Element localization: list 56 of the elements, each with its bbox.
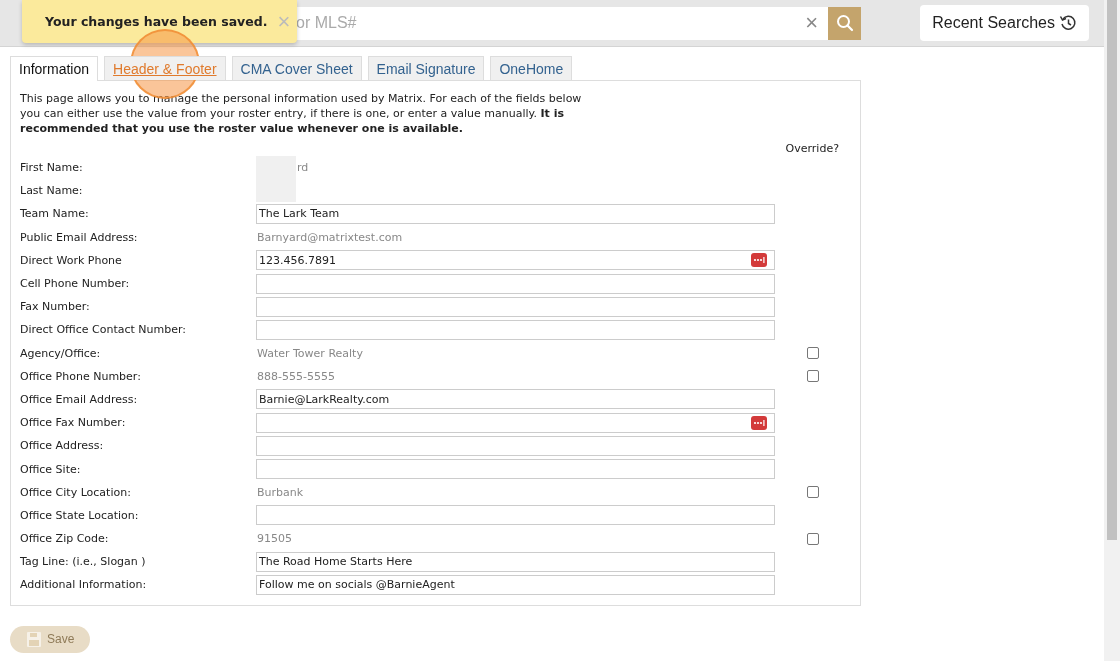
roster-value: rd xyxy=(296,161,309,175)
input-field[interactable]: The Lark Team xyxy=(256,203,775,224)
field-label: Agency/Office: xyxy=(20,346,102,360)
input-field[interactable] xyxy=(256,459,775,480)
clear-button[interactable]: × xyxy=(805,12,818,34)
field-label: Office Site: xyxy=(20,462,82,476)
field-label: Public Email Address: xyxy=(20,230,139,244)
field-label: Direct Office Contact Number: xyxy=(20,323,188,337)
field-label: Office Phone Number: xyxy=(20,369,142,383)
roster-value: Burbank xyxy=(256,485,304,499)
field-label: Cell Phone Number: xyxy=(20,277,131,291)
field-label: Last Name: xyxy=(20,184,84,198)
field-label: Fax Number: xyxy=(20,300,91,314)
field-label: Additional Information: xyxy=(20,578,148,592)
intro-text: This page allows you to manage the personal information used by Matrix. For each of the fields below you can either use the value from your roster entry, if there is one, or enter a value manually. It is recommended that you use the roster value whenever one is available. xyxy=(20,91,583,136)
roster-value: Barnyard@matrixtest.com xyxy=(256,230,403,244)
override-checkbox[interactable] xyxy=(807,532,819,545)
input-field[interactable]: Follow me on socials @BarnieAgent xyxy=(256,574,775,595)
toast-message: Your changes have been saved. xyxy=(45,14,268,29)
password-manager-icon[interactable] xyxy=(751,253,767,268)
field-label: Office State Location: xyxy=(20,508,140,522)
input-field[interactable] xyxy=(256,412,775,433)
tab[interactable]: OneHome xyxy=(490,56,573,80)
override-checkbox[interactable] xyxy=(807,347,819,360)
input-field[interactable] xyxy=(256,319,775,340)
input-field[interactable] xyxy=(256,435,775,456)
input-field[interactable]: 123.456.7891 xyxy=(256,250,775,271)
field-label: First Name: xyxy=(20,161,84,175)
history-icon xyxy=(1059,14,1077,32)
field-label: Tag Line: (i.e., Slogan ) xyxy=(20,555,147,569)
override-checkbox[interactable] xyxy=(807,486,819,499)
roster-value: 91505 xyxy=(256,532,292,546)
search-button[interactable] xyxy=(828,6,861,40)
search-icon xyxy=(835,14,854,32)
override-checkbox[interactable] xyxy=(807,370,819,383)
field-label: Office Zip Code: xyxy=(20,532,110,546)
roster-value: 888-555-5555 xyxy=(256,369,335,383)
field-label: Office Email Address: xyxy=(20,392,139,406)
tab[interactable]: Information xyxy=(10,56,99,81)
tab[interactable]: CMA Cover Sheet xyxy=(231,56,362,80)
tab[interactable]: Email Signature xyxy=(367,56,485,80)
input-field[interactable] xyxy=(256,273,775,294)
input-field[interactable] xyxy=(256,296,775,317)
override-header: Override? xyxy=(785,142,839,156)
field-label: Office Fax Number: xyxy=(20,416,127,430)
field-label: Office Address: xyxy=(20,439,105,453)
field-label: Office City Location: xyxy=(20,485,132,499)
recent-searches-button[interactable]: Recent Searches xyxy=(920,5,1089,41)
input-field[interactable]: Barnie@LarkRealty.com xyxy=(256,389,775,410)
password-manager-icon[interactable] xyxy=(751,415,767,430)
roster-value: Water Tower Realty xyxy=(256,346,363,360)
field-label: Direct Work Phone xyxy=(20,253,123,267)
scrollbar[interactable] xyxy=(1104,0,1120,661)
input-field[interactable]: The Road Home Starts Here xyxy=(256,551,775,572)
input-field[interactable] xyxy=(256,505,775,526)
field-label: Team Name: xyxy=(20,207,90,221)
